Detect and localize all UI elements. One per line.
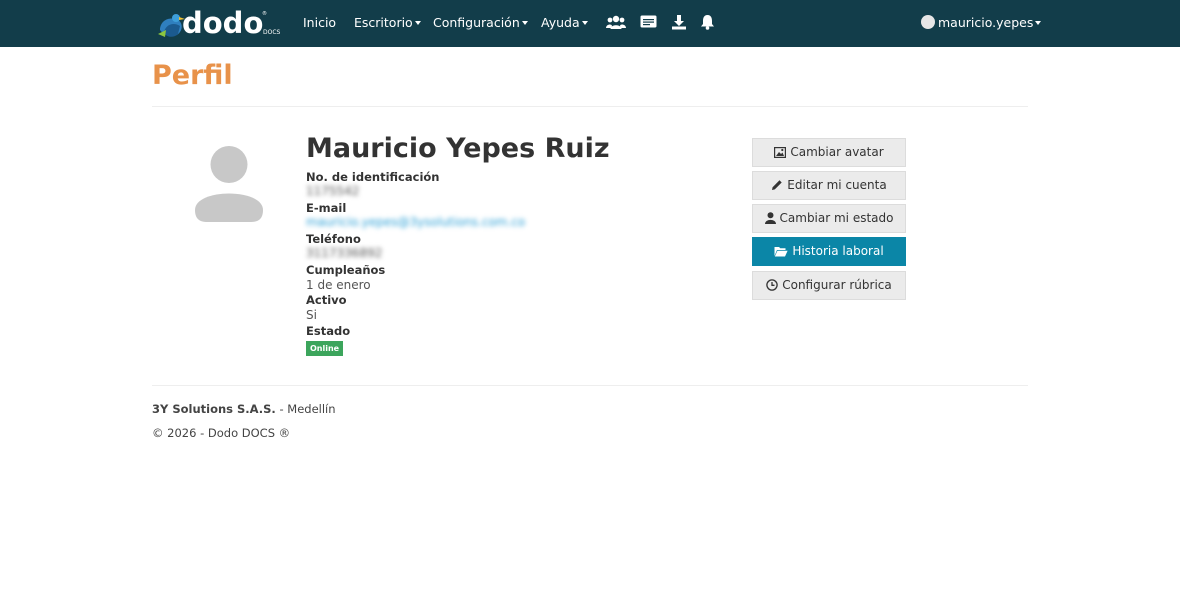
edit-account-label: Editar mi cuenta	[787, 178, 887, 192]
change-status-button[interactable]: Cambiar mi estado	[752, 204, 906, 233]
nav-inicio-label: Inicio	[303, 15, 337, 30]
download-icon[interactable]	[671, 14, 687, 30]
picture-icon	[774, 147, 787, 158]
nav-configuracion[interactable]: Configuración	[433, 15, 528, 30]
id-label: No. de identificación	[306, 170, 440, 184]
top-navbar: dodo ® DOCS Inicio Escritorio Configurac…	[0, 0, 1180, 47]
id-card-icon[interactable]	[640, 14, 657, 29]
change-avatar-label: Cambiar avatar	[790, 145, 884, 159]
logo-registered: ®	[262, 11, 267, 17]
page-title: Perfil	[152, 60, 233, 91]
pencil-icon	[772, 180, 782, 190]
company-name: 3Y Solutions S.A.S.	[152, 402, 276, 416]
work-history-button[interactable]: Historia laboral	[752, 237, 906, 266]
edit-account-button[interactable]: Editar mi cuenta	[752, 171, 906, 200]
nav-escritorio-label: Escritorio	[354, 15, 413, 30]
footer-copyright: © 2026 - Dodo DOCS ®	[152, 426, 291, 440]
configure-rubric-label: Configurar rúbrica	[782, 278, 892, 292]
clock-circle-icon	[766, 279, 778, 291]
phone-label: Teléfono	[306, 232, 361, 246]
configure-rubric-button[interactable]: Configurar rúbrica	[752, 271, 906, 300]
id-value: 1175542	[306, 184, 360, 198]
profile-name: Mauricio Yepes Ruiz	[306, 133, 610, 164]
phone-value: 3117336892	[306, 246, 383, 260]
change-status-label: Cambiar mi estado	[779, 211, 894, 225]
work-history-label: Historia laboral	[792, 244, 884, 258]
active-value: Si	[306, 308, 317, 322]
birthday-value: 1 de enero	[306, 278, 371, 292]
nav-ayuda[interactable]: Ayuda	[541, 15, 588, 30]
title-divider	[152, 106, 1028, 107]
folder-open-icon	[774, 247, 788, 257]
user-menu-label: mauricio.yepes	[938, 15, 1034, 30]
logo-text: dodo	[182, 6, 264, 40]
footer-company: 3Y Solutions S.A.S. - Medellín	[152, 402, 336, 416]
user-avatar-placeholder-icon	[195, 146, 263, 222]
nav-ayuda-label: Ayuda	[541, 15, 580, 30]
nav-escritorio[interactable]: Escritorio	[354, 15, 421, 30]
status-label: Estado	[306, 324, 351, 338]
caret-down-icon	[581, 21, 588, 25]
users-icon[interactable]	[606, 14, 626, 30]
caret-down-icon	[1035, 21, 1042, 25]
logo-sub: DOCS	[263, 29, 281, 36]
email-value[interactable]: mauricio.yepes@3ysolutions.com.co	[306, 215, 525, 229]
footer-divider	[152, 385, 1028, 386]
active-label: Activo	[306, 293, 347, 307]
nav-configuracion-label: Configuración	[433, 15, 520, 30]
status-badge: Online	[306, 341, 344, 356]
caret-down-icon	[521, 21, 528, 25]
bell-icon[interactable]	[700, 14, 715, 30]
caret-down-icon	[414, 21, 421, 25]
birthday-label: Cumpleaños	[306, 263, 386, 277]
change-avatar-button[interactable]: Cambiar avatar	[752, 138, 906, 167]
user-avatar-icon	[921, 15, 935, 29]
company-city: - Medellín	[279, 402, 336, 416]
nav-inicio[interactable]: Inicio	[303, 15, 336, 30]
email-label: E-mail	[306, 201, 347, 215]
user-menu[interactable]: mauricio.yepes	[921, 15, 1042, 30]
user-icon	[764, 212, 776, 224]
